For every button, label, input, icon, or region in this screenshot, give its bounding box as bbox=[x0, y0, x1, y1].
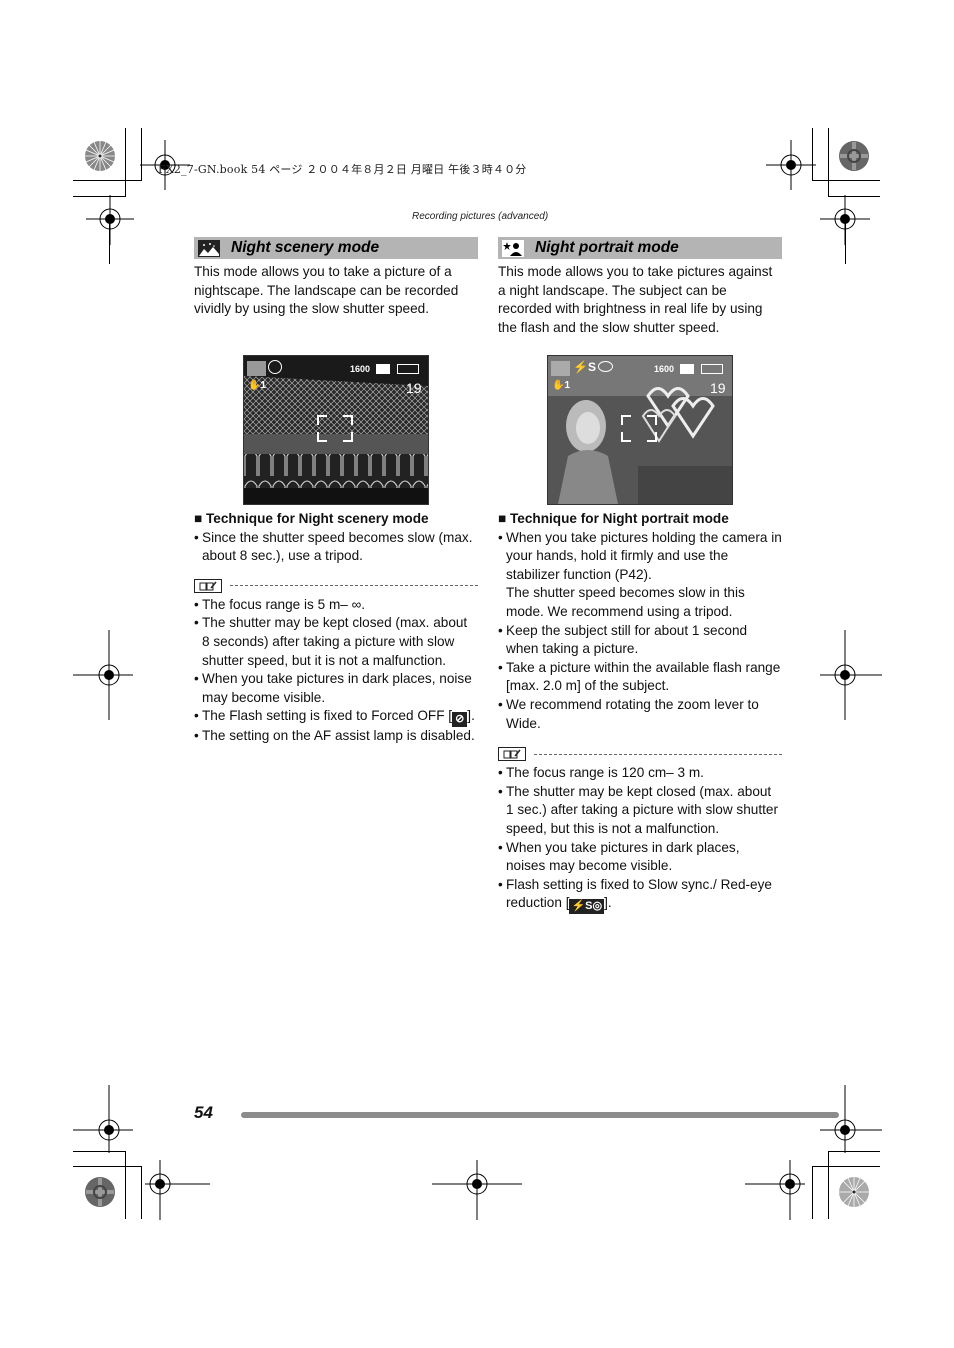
star-target-disc-icon bbox=[85, 141, 115, 171]
registration-mark-icon bbox=[820, 1085, 882, 1153]
note-divider bbox=[194, 577, 478, 595]
night-portrait-technique: ■ Technique for Night portrait mode • Whe… bbox=[498, 510, 782, 915]
night-portrait-icon bbox=[551, 361, 570, 376]
crop-line bbox=[828, 1151, 829, 1219]
night-scenery-icon bbox=[198, 239, 220, 257]
registration-mark-icon bbox=[86, 195, 134, 245]
note-bullet: • When you take pictures in dark places, … bbox=[194, 671, 472, 705]
note-bullet: • The shutter may be kept closed (max. ab… bbox=[498, 783, 778, 836]
battery-icon bbox=[397, 364, 419, 374]
picture-size-icon bbox=[680, 364, 694, 374]
note-bullet: • The focus range is 5 m– ∞. bbox=[194, 596, 366, 612]
iso-readout: 1600 bbox=[350, 364, 371, 374]
stabilizer-icon: ✋1 bbox=[552, 380, 571, 391]
crop-line bbox=[812, 180, 880, 181]
crop-line bbox=[73, 1166, 142, 1167]
technique-heading: ■ Technique for Night scenery mode bbox=[194, 511, 429, 526]
registration-mark-icon bbox=[145, 1160, 210, 1220]
note-divider bbox=[498, 745, 782, 763]
stabilizer-icon: ✋1 bbox=[248, 380, 267, 391]
note-bullet: • The Flash setting is fixed to Forced OF… bbox=[194, 708, 475, 728]
registration-mark-icon bbox=[432, 1160, 522, 1220]
color-disc-icon bbox=[85, 1177, 115, 1207]
registration-mark-icon bbox=[766, 140, 816, 190]
note-bullet: • The focus range is 120 cm– 3 m. bbox=[498, 765, 704, 781]
focus-frame bbox=[621, 415, 657, 442]
night-scenery-section: Night scenery mode This mode allows you … bbox=[194, 237, 478, 319]
section-title: Night scenery mode bbox=[231, 239, 380, 256]
camera-screen-night-portrait: ⚡S ✋1 1600 19 bbox=[547, 355, 733, 505]
technique-bullet: • Keep the subject still for about 1 seco… bbox=[498, 622, 748, 657]
stabilizer-mode: 1 bbox=[564, 380, 571, 391]
intro-text: This mode allows you to take pictures ag… bbox=[498, 264, 773, 335]
crop-line bbox=[812, 1166, 880, 1167]
technique-bullet: • When you take pictures holding the came… bbox=[498, 529, 782, 619]
registration-mark-icon bbox=[73, 630, 133, 720]
color-disc-icon bbox=[839, 141, 869, 171]
crop-line bbox=[109, 219, 110, 264]
technique-continuation: The shutter speed becomes slow in this m… bbox=[506, 585, 745, 619]
star-target-disc-icon bbox=[839, 1177, 869, 1207]
technique-bullet: • Since the shutter speed becomes slow (m… bbox=[194, 529, 473, 564]
note-bullet: • The setting on the AF assist lamp is di… bbox=[194, 728, 475, 744]
registration-mark-icon bbox=[73, 1085, 133, 1153]
file-header: FX2_7-GN.book 54 ページ ２００４年８月２日 月曜日 午後３時４… bbox=[158, 163, 527, 176]
night-portrait-section: Night portrait mode This mode allows you… bbox=[498, 237, 782, 337]
iso-readout: 1600 bbox=[654, 364, 675, 374]
note-bullet: • The shutter may be kept closed (max. ab… bbox=[194, 615, 468, 668]
focus-frame bbox=[317, 415, 353, 442]
page-number: 54 bbox=[194, 1103, 213, 1122]
note-book-icon bbox=[498, 747, 526, 762]
intro-text: This mode allows you to take a picture o… bbox=[194, 264, 459, 317]
registration-mark-icon bbox=[820, 630, 882, 720]
crop-line bbox=[828, 128, 829, 196]
flash-off-icon bbox=[268, 360, 282, 374]
technique-heading: ■ Technique for Night portrait mode bbox=[498, 511, 729, 526]
crop-line bbox=[125, 1151, 126, 1219]
night-scenery-icon bbox=[247, 361, 266, 376]
section-heading: Night portrait mode bbox=[498, 237, 782, 259]
technique-bullet: • We recommend rotating the zoom lever to… bbox=[498, 696, 759, 731]
night-scenery-technique: ■ Technique for Night scenery mode • Sinc… bbox=[194, 510, 478, 746]
section-heading: Night scenery mode bbox=[194, 237, 478, 259]
battery-icon bbox=[701, 364, 723, 374]
stabilizer-mode: 1 bbox=[260, 380, 267, 391]
crop-line bbox=[845, 219, 846, 264]
section-title: Night portrait mode bbox=[535, 239, 679, 256]
shots-remaining: 19 bbox=[710, 380, 726, 396]
slow-sync-redeye-icon: ⚡S bbox=[573, 360, 613, 374]
crop-line bbox=[73, 180, 142, 181]
slow-sync-redeye-icon: ⚡S◎ bbox=[569, 899, 605, 915]
picture-size-icon bbox=[376, 364, 390, 374]
running-head: Recording pictures (advanced) bbox=[412, 211, 549, 222]
technique-bullet: • Take a picture within the available fla… bbox=[498, 659, 781, 694]
flash-off-icon: ⊘ bbox=[452, 712, 468, 728]
footer-rule bbox=[241, 1112, 839, 1118]
shots-remaining: 19 bbox=[406, 380, 422, 396]
crop-line bbox=[125, 128, 126, 196]
registration-mark-icon bbox=[745, 1160, 805, 1220]
note-book-icon bbox=[194, 578, 222, 593]
camera-screen-night-scenery: ✋1 1600 19 bbox=[243, 355, 429, 505]
note-bullet: • Flash setting is fixed to Slow sync./ R… bbox=[498, 876, 772, 915]
night-portrait-icon bbox=[502, 239, 524, 257]
note-bullet: • When you take pictures in dark places, … bbox=[498, 839, 740, 874]
